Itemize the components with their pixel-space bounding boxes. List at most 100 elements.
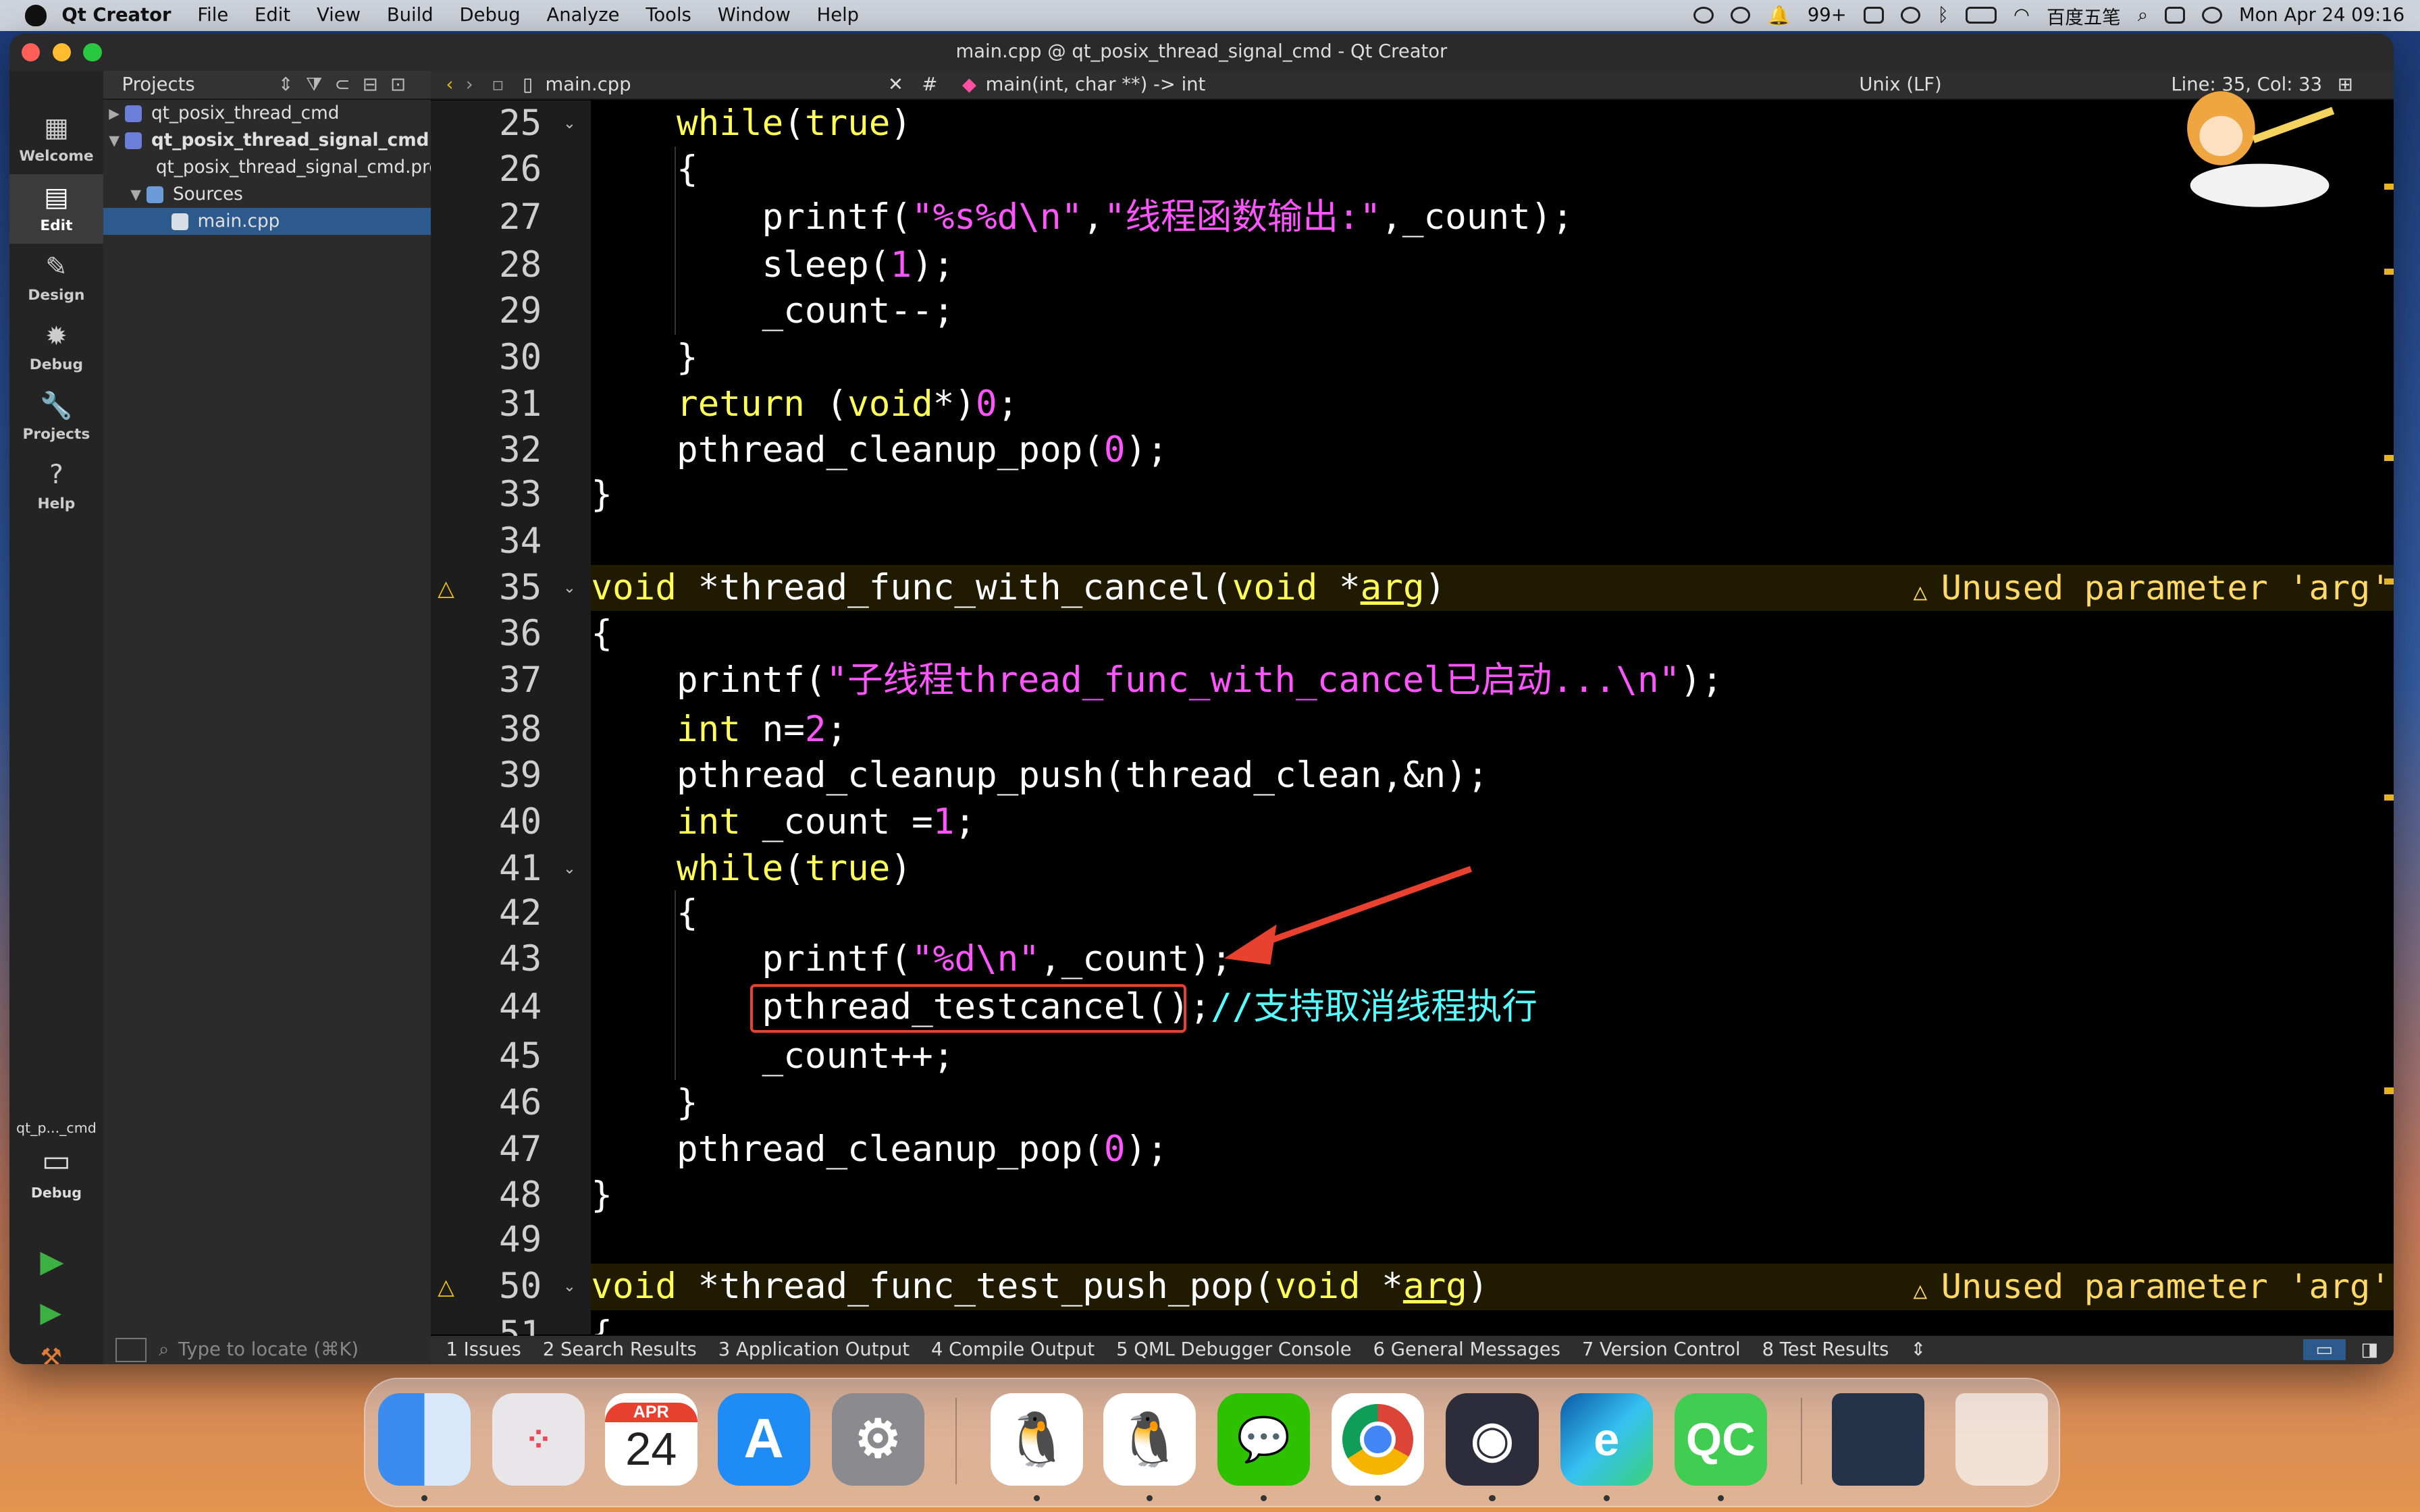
bell-icon[interactable]: 🔔 [1768, 5, 1791, 26]
code-line[interactable]: printf("子线程thread_func_with_cancel已启动...… [591, 657, 2394, 704]
tab-qml-debugger-console[interactable]: 5 QML Debugger Console [1116, 1339, 1352, 1360]
obs-icon[interactable]: ◉ [1446, 1393, 1539, 1486]
menu-app-name[interactable]: Qt Creator [61, 5, 171, 26]
line-number[interactable]: 36 [431, 611, 542, 657]
line-number[interactable]: 41 [431, 846, 542, 892]
code-line[interactable]: pthread_cleanup_pop(0); [591, 427, 2394, 474]
ime-label[interactable]: 百度五笔 [2047, 2, 2121, 29]
line-number[interactable]: 42 [431, 890, 542, 937]
line-number[interactable]: 46 [431, 1080, 542, 1127]
line-number[interactable]: 39 [431, 753, 542, 799]
wifi-icon[interactable]: ◠ [2014, 5, 2030, 26]
menu-edit[interactable]: Edit [255, 5, 290, 26]
menu-tools[interactable]: Tools [646, 5, 691, 26]
qq-icon-2[interactable]: 🐧 [1103, 1393, 1196, 1486]
mode-debug[interactable]: ✹ Debug [9, 313, 103, 383]
line-ending-selector[interactable]: Unix (LF) [1859, 74, 2075, 95]
system-settings-icon[interactable]: ⚙ [831, 1393, 924, 1486]
app-store-icon[interactable]: A [717, 1393, 810, 1486]
tab-general-messages[interactable]: 6 General Messages [1373, 1339, 1560, 1360]
line-number[interactable]: 31 [431, 381, 542, 428]
search-icon[interactable]: ⌕ [2138, 5, 2148, 26]
forward-icon[interactable]: › [466, 74, 473, 95]
menu-view[interactable]: View [317, 5, 361, 26]
line-number[interactable]: 47 [431, 1127, 542, 1173]
tab-test-results[interactable]: 8 Test Results [1762, 1339, 1889, 1360]
output-toggle-icon[interactable]: ▭ [2303, 1339, 2346, 1361]
fold-chevron-icon[interactable]: ⌄ [560, 1264, 579, 1310]
menu-help[interactable]: Help [817, 5, 859, 26]
code-line[interactable]: int _count =1; [591, 799, 2394, 846]
launchpad-icon[interactable]: ⁘ [492, 1393, 585, 1486]
fold-chevron-icon[interactable]: ⌄ [560, 101, 579, 147]
chevron-right-icon[interactable]: ▶ [103, 105, 125, 122]
line-number[interactable]: 45 [431, 1033, 542, 1080]
line-number[interactable]: 38 [431, 707, 542, 753]
bluetooth-icon[interactable]: ᛒ [1938, 5, 1949, 26]
menu-build[interactable]: Build [387, 5, 433, 26]
function-selector[interactable]: main(int, char **) -> int [986, 74, 1860, 95]
chrome-icon[interactable] [1332, 1393, 1425, 1486]
line-number[interactable]: 26 [431, 146, 542, 193]
locator-input[interactable]: Type to locate (⌘K) [178, 1339, 359, 1360]
tree-item-project-active[interactable]: ▼ qt_posix_thread_signal_cmd [103, 127, 431, 154]
line-number[interactable]: 49 [431, 1217, 542, 1264]
tree-item-pro-file[interactable]: qt_posix_thread_signal_cmd.pro [103, 154, 431, 181]
tab-version-control[interactable]: 7 Version Control [1582, 1339, 1741, 1360]
code-line[interactable]: } [591, 1080, 2394, 1127]
code-area[interactable]: while(true) { printf("%s%d\n","线程函数输出:",… [591, 100, 2394, 1335]
apple-icon[interactable] [24, 4, 47, 26]
code-line[interactable]: } [591, 335, 2394, 381]
code-line[interactable] [591, 518, 2394, 565]
close-window-button[interactable] [21, 43, 41, 62]
scrollbar-marks[interactable] [2384, 101, 2394, 1335]
line-number[interactable]: 48 [431, 1172, 542, 1219]
projects-title[interactable]: Projects [122, 74, 195, 95]
fold-chevron-icon[interactable]: ⌄ [560, 846, 579, 892]
status-icon-1[interactable] [1693, 7, 1714, 24]
line-number[interactable]: 43 [431, 936, 542, 983]
chevron-down-icon[interactable]: ▼ [125, 186, 147, 202]
code-line[interactable]: printf("%d\n",_count); [591, 936, 2394, 983]
chevron-down-icon[interactable]: ▼ [103, 132, 125, 148]
input-method-icon[interactable] [1863, 7, 1884, 24]
code-line-warning[interactable]: void *thread_func_with_cancel(void *arg)… [591, 564, 2394, 612]
code-line[interactable]: { [591, 1312, 2394, 1334]
code-line[interactable]: sleep(1); [591, 242, 2394, 289]
open-file-selector[interactable]: main.cpp [546, 74, 870, 95]
tab-issues[interactable]: 1 Issues [446, 1339, 521, 1360]
calendar-icon[interactable]: APR 24 [604, 1393, 698, 1486]
sidebar-toggle-icon[interactable] [115, 1338, 147, 1362]
lock-icon[interactable]: ▫ [492, 74, 504, 95]
tree-item-project[interactable]: ▶ qt_posix_thread_cmd [103, 100, 431, 127]
minimize-window-button[interactable] [52, 43, 72, 62]
build-hammer-icon[interactable]: ⚒ [40, 1343, 62, 1364]
code-line[interactable]: printf("%s%d\n","线程函数输出:",_count); [591, 194, 2394, 241]
menu-window[interactable]: Window [718, 5, 791, 26]
code-line[interactable]: { [591, 890, 2394, 937]
tab-search-results[interactable]: 2 Search Results [543, 1339, 697, 1360]
qt-creator-dock-icon[interactable]: QC [1674, 1393, 1767, 1486]
code-line[interactable]: int n=2; [591, 707, 2394, 753]
line-number[interactable]: 27 [431, 194, 542, 241]
line-number[interactable]: 34 [431, 518, 542, 565]
code-line-warning[interactable]: void *thread_func_test_push_pop(void *ar… [591, 1263, 2394, 1310]
mode-design[interactable]: ✎ Design [9, 244, 103, 313]
screen-recording-thumbnail[interactable] [1831, 1393, 1924, 1486]
line-number[interactable]: 37 [431, 657, 542, 704]
more-tabs-icon[interactable]: ⇕ [1910, 1339, 1926, 1360]
run-icon[interactable]: ▶ [40, 1243, 63, 1279]
edge-icon[interactable]: e [1560, 1393, 1653, 1486]
code-line[interactable]: pthread_cleanup_pop(0); [591, 1127, 2394, 1173]
back-icon[interactable]: ‹ [446, 74, 454, 95]
debug-run-icon[interactable]: ▶ [40, 1296, 61, 1328]
right-sidebar-icon[interactable]: ◨ [2361, 1339, 2378, 1360]
kit-selector[interactable]: qt_p..._cmd ▭ Debug [9, 1120, 103, 1200]
mode-help[interactable]: ? Help [9, 452, 103, 522]
mode-welcome[interactable]: ▦ Welcome [9, 105, 103, 174]
code-line[interactable]: { [591, 146, 2394, 193]
menu-file[interactable]: File [197, 5, 228, 26]
line-number[interactable]: 30 [431, 335, 542, 381]
line-number[interactable]: 25 [431, 101, 542, 147]
warning-icon[interactable]: △ [433, 565, 458, 612]
